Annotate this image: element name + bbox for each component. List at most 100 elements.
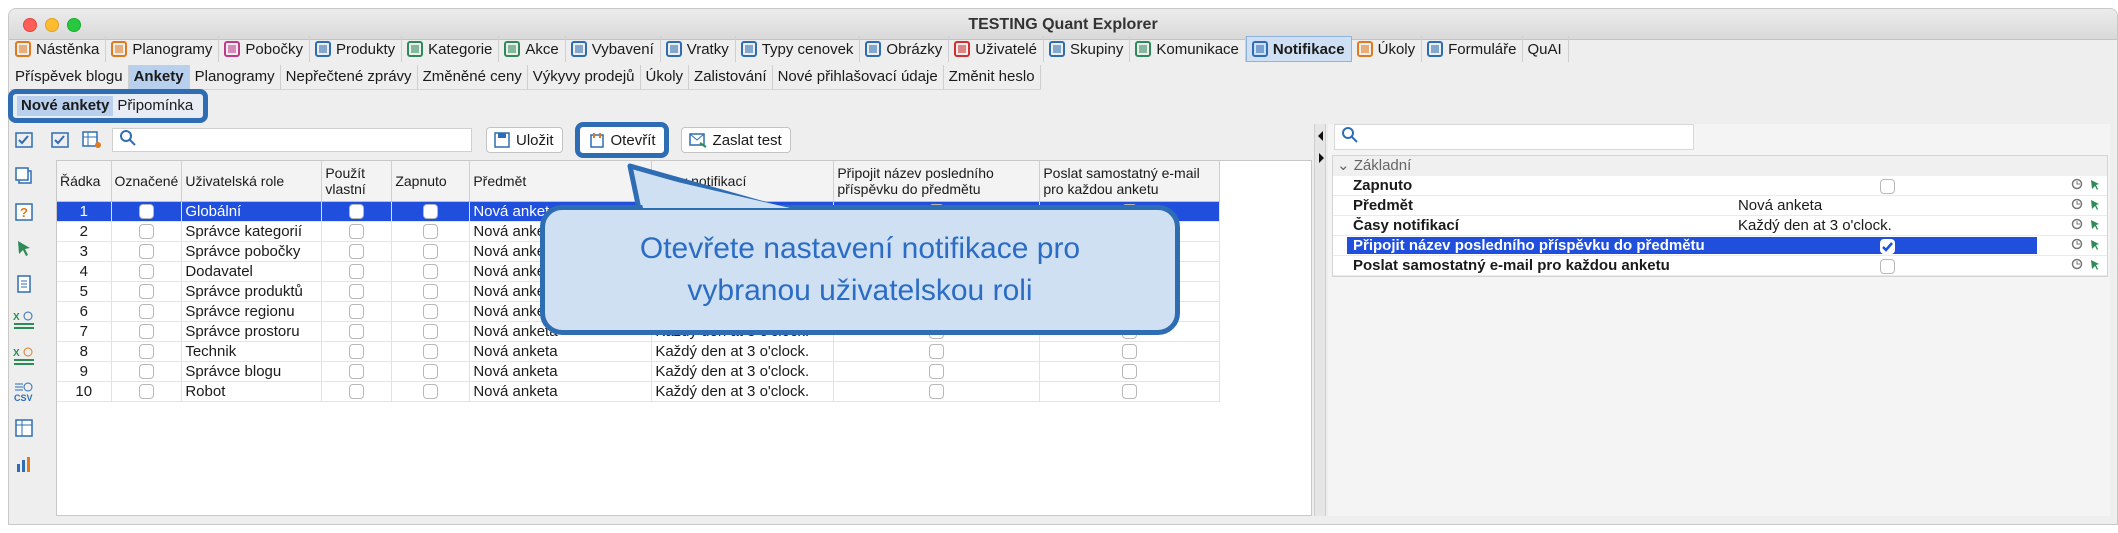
submenu-item-4[interactable]: Změněné ceny <box>418 64 528 89</box>
use-own-checkbox[interactable] <box>349 204 365 220</box>
submenu-item-5[interactable]: Výkyvy prodejů <box>528 64 641 89</box>
column-header-4[interactable]: Zapnuto <box>391 161 471 202</box>
menu-item-14[interactable]: Úkoly <box>1352 36 1423 62</box>
column-header-7[interactable]: Připojit název posledního příspěvku do p… <box>833 161 1041 202</box>
submenu-item-7[interactable]: Zalistování <box>689 64 773 89</box>
menu-item-12[interactable]: Komunikace <box>1130 36 1246 62</box>
checklist-icon[interactable] <box>13 129 35 151</box>
menu-item-11[interactable]: Skupiny <box>1044 36 1131 62</box>
enabled-checkbox[interactable] <box>423 304 439 320</box>
document-icon[interactable] <box>13 273 35 295</box>
property-row[interactable]: Připojit název posledního příspěvku do p… <box>1333 236 2107 256</box>
enabled-checkbox[interactable] <box>423 324 439 340</box>
column-header-1[interactable]: Označené <box>111 161 183 202</box>
table-row[interactable]: 8 Technik Nová anketa Každý den at 3 o'cloc… <box>57 341 1221 362</box>
menu-item-16[interactable]: QuAI <box>1523 36 1569 62</box>
menu-item-15[interactable]: Formuláře <box>1422 36 1524 62</box>
marked-checkbox[interactable] <box>138 384 154 400</box>
reset-icon[interactable] <box>2071 177 2083 194</box>
column-header-3[interactable]: Použít vlastní <box>321 161 393 202</box>
marked-checkbox[interactable] <box>138 224 154 240</box>
column-header-8[interactable]: Poslat samostatný e-mail pro každou anke… <box>1039 161 1221 202</box>
enabled-checkbox[interactable] <box>423 384 439 400</box>
property-value[interactable]: Nová anketa <box>1734 197 2037 214</box>
property-checkbox[interactable] <box>1880 258 1896 274</box>
reset-icon[interactable] <box>2071 237 2083 254</box>
enabled-checkbox[interactable] <box>423 284 439 300</box>
marked-checkbox[interactable] <box>138 324 154 340</box>
enabled-checkbox[interactable] <box>423 344 439 360</box>
properties-group[interactable]: ⌄ Základní <box>1333 156 2107 176</box>
tab-1[interactable]: Připomínka <box>113 96 197 116</box>
grid-search-input[interactable] <box>112 128 472 152</box>
use-own-checkbox[interactable] <box>349 264 365 280</box>
menu-item-10[interactable]: Uživatelé <box>949 36 1044 62</box>
property-row[interactable]: Časy notifikací Každý den at 3 o'clock. <box>1333 216 2107 236</box>
apply-to-all-icon[interactable] <box>2089 237 2101 254</box>
send-test-button[interactable]: Zaslat test <box>680 127 791 153</box>
properties-search-input[interactable] <box>1334 124 1694 150</box>
copy-icon[interactable] <box>13 165 35 187</box>
property-value[interactable] <box>1733 237 2038 254</box>
column-header-5[interactable]: Předmět <box>469 161 653 202</box>
menu-item-0[interactable]: Nástěnka <box>10 36 107 62</box>
menu-item-7[interactable]: Vratky <box>661 36 736 62</box>
marked-checkbox[interactable] <box>138 304 154 320</box>
menu-item-9[interactable]: Obrázky <box>860 36 950 62</box>
separate-email-checkbox[interactable] <box>1122 344 1138 360</box>
property-checkbox[interactable] <box>1880 238 1896 254</box>
submenu-item-6[interactable]: Úkoly <box>641 64 690 89</box>
help-icon[interactable]: ? <box>13 201 35 223</box>
property-row[interactable]: Poslat samostatný e-mail pro každou anke… <box>1333 256 2107 276</box>
bar-chart-icon[interactable] <box>13 453 35 475</box>
enabled-checkbox[interactable] <box>423 264 439 280</box>
menu-item-5[interactable]: Akce <box>499 36 566 62</box>
enabled-checkbox[interactable] <box>423 364 439 380</box>
use-own-checkbox[interactable] <box>349 384 365 400</box>
use-own-checkbox[interactable] <box>349 244 365 260</box>
apply-to-all-icon[interactable] <box>2089 257 2101 274</box>
menu-item-1[interactable]: Planogramy <box>106 36 220 62</box>
separate-email-checkbox[interactable] <box>1122 364 1138 380</box>
menu-item-4[interactable]: Kategorie <box>402 36 500 62</box>
submenu-item-8[interactable]: Nové přihlašovací údaje <box>773 64 944 89</box>
use-own-checkbox[interactable] <box>349 324 365 340</box>
cursor-icon[interactable] <box>13 237 35 259</box>
attach-title-checkbox[interactable] <box>929 364 945 380</box>
table-row[interactable]: 9 Správce blogu Nová anketa Každý den at 3 … <box>57 361 1221 382</box>
apply-to-all-icon[interactable] <box>2089 197 2101 214</box>
column-header-2[interactable]: Uživatelská role <box>181 161 323 202</box>
property-checkbox[interactable] <box>1880 178 1896 194</box>
marked-checkbox[interactable] <box>138 344 154 360</box>
separate-email-checkbox[interactable] <box>1122 384 1138 400</box>
enabled-checkbox[interactable] <box>423 204 439 220</box>
panel-splitter[interactable] <box>1314 124 1326 516</box>
menu-item-3[interactable]: Produkty <box>310 36 403 62</box>
xlsx-export-icon[interactable]: X <box>13 309 35 331</box>
submenu-item-0[interactable]: Příspěvek blogu <box>10 64 129 89</box>
property-value[interactable] <box>1734 257 2037 274</box>
csv-icon[interactable]: CSV <box>13 381 35 403</box>
reset-icon[interactable] <box>2071 257 2083 274</box>
menu-item-6[interactable]: Vybavení <box>566 36 661 62</box>
open-button[interactable]: Otevřít <box>574 122 669 158</box>
column-header-0[interactable]: Řádka <box>57 161 112 202</box>
save-button[interactable]: Uložit <box>486 127 563 153</box>
apply-to-all-icon[interactable] <box>2089 217 2101 234</box>
tab-0[interactable]: Nové ankety <box>17 96 114 116</box>
reset-icon[interactable] <box>2071 197 2083 214</box>
submenu-item-2[interactable]: Planogramy <box>190 64 281 89</box>
submenu-item-3[interactable]: Nepřečtené zprávy <box>281 64 418 89</box>
use-own-checkbox[interactable] <box>349 344 365 360</box>
property-row[interactable]: Předmět Nová anketa <box>1333 196 2107 216</box>
reset-icon[interactable] <box>2071 217 2083 234</box>
apply-to-all-icon[interactable] <box>2089 177 2101 194</box>
property-value[interactable] <box>1734 177 2037 194</box>
menu-item-13[interactable]: Notifikace <box>1245 36 1352 62</box>
attach-title-checkbox[interactable] <box>929 384 945 400</box>
use-own-checkbox[interactable] <box>349 224 365 240</box>
marked-checkbox[interactable] <box>138 284 154 300</box>
property-row[interactable]: Zapnuto <box>1333 176 2107 196</box>
marked-checkbox[interactable] <box>138 364 154 380</box>
marked-checkbox[interactable] <box>138 264 154 280</box>
